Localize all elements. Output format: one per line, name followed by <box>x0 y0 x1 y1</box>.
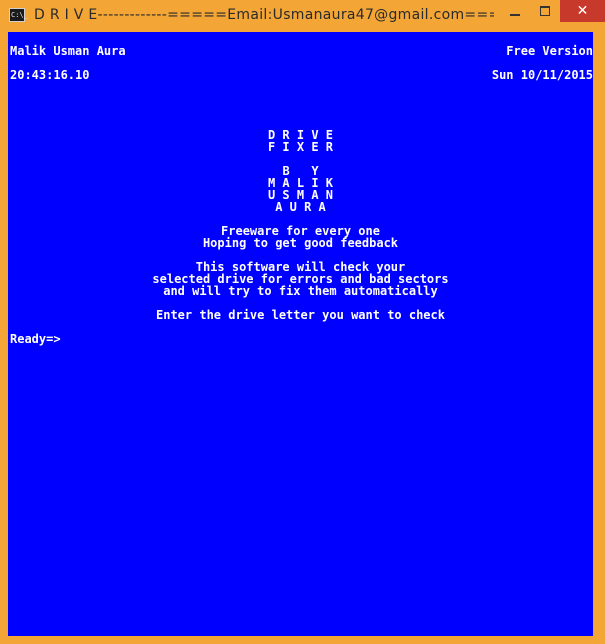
current-date: Sun 10/11/2015 <box>491 68 593 82</box>
console-icon[interactable]: C:\_ <box>9 8 28 22</box>
close-button[interactable]: ✕ <box>560 0 605 22</box>
command-prompt[interactable]: Ready=> <box>10 333 61 345</box>
close-icon: ✕ <box>576 3 589 19</box>
minimize-button[interactable] <box>500 0 530 22</box>
console-window: C:\_ D R I V E-------------=====Email:Us… <box>0 0 605 644</box>
tagline: Hoping to get good feedback <box>202 236 399 250</box>
banner-line: A U R A <box>275 200 326 214</box>
title-bar[interactable]: C:\_ D R I V E-------------=====Email:Us… <box>0 0 605 32</box>
scrollbar[interactable] <box>593 32 597 636</box>
maximize-button[interactable] <box>530 0 560 22</box>
description-line: and will try to fix them automatically <box>163 284 438 298</box>
current-time: 20:43:16.10 <box>10 68 90 82</box>
console-output[interactable]: Malik Usman Aura Free Version 20:43:16.1… <box>8 32 593 636</box>
banner-line: F I X E R <box>267 140 334 154</box>
window-title: D R I V E-------------=====Email:Usmanau… <box>34 7 494 23</box>
author-name: Malik Usman Aura <box>10 44 126 58</box>
instruction-text: Enter the drive letter you want to check <box>156 308 445 322</box>
edition-label: Free Version <box>506 44 593 58</box>
